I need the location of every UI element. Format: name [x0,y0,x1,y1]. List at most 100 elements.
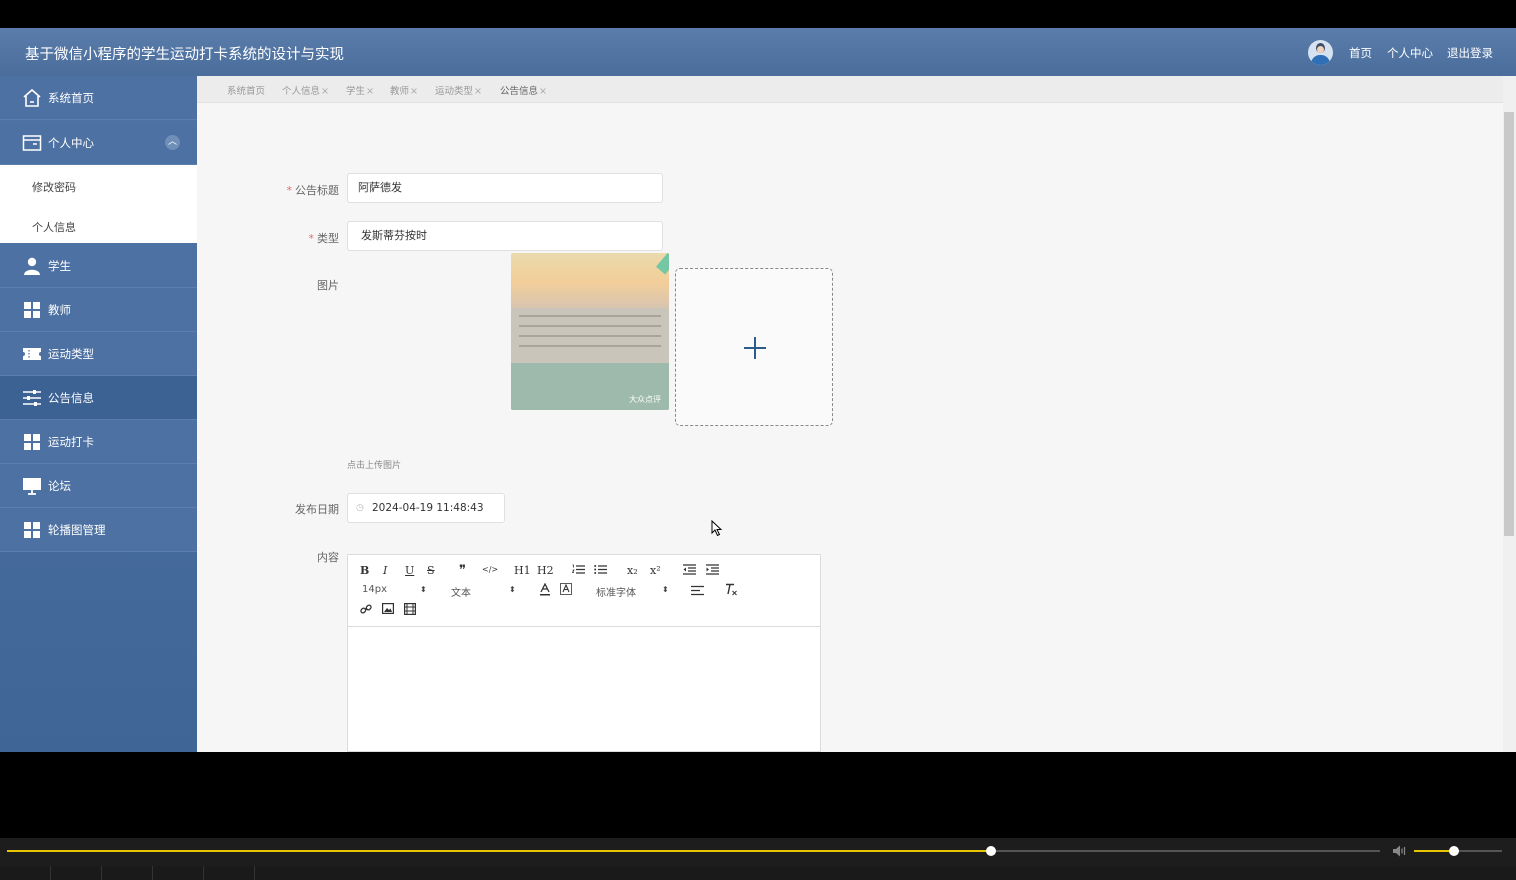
highlight-icon [560,583,572,595]
sidebar-item-forum[interactable]: 论坛 [0,464,197,508]
font-size-select[interactable]: 14px ⬍ [362,584,428,595]
scrollbar-thumb[interactable] [1504,112,1514,536]
align-left-icon [691,585,704,596]
clear-format-button[interactable] [725,583,738,599]
grid-icon [21,520,43,540]
submenu-item-profile[interactable]: 个人信息 [32,219,76,235]
tab-sport-types[interactable]: 运动类型× [435,83,482,97]
grid-icon [21,300,43,320]
outdent-button[interactable] [683,564,696,578]
close-icon[interactable]: × [474,86,482,97]
user-avatar[interactable] [1308,40,1333,65]
italic-button[interactable]: I [383,564,387,577]
chevron-up-icon[interactable]: ︿ [165,135,180,150]
sidebar-item-teachers[interactable]: 教师 [0,288,197,332]
sidebar-item-label: 运动类型 [48,346,94,361]
sidebar-item-user-center[interactable]: 个人中心 ︿ [0,121,197,165]
mouse-cursor-icon [711,520,723,537]
close-icon[interactable]: × [321,86,329,97]
volume-fill [1414,850,1454,852]
date-picker[interactable]: ◷ 2024-04-19 11:48:43 [347,493,505,523]
tab-students[interactable]: 学生× [346,83,374,97]
wallet-card-icon [21,133,43,153]
title-label: * 公告标题 [286,184,340,197]
sidebar-item-label: 教师 [48,302,71,317]
link-button[interactable] [360,603,372,618]
h1-button[interactable]: H1 [514,564,531,577]
tab-teachers[interactable]: 教师× [390,83,418,97]
blockquote-button[interactable]: ❞ [459,563,466,578]
sidebar-item-label: 学生 [48,258,71,273]
clear-format-icon [726,583,737,596]
outdent-icon [683,564,696,575]
ordered-list-button[interactable] [571,564,585,578]
sliders-icon [21,388,43,408]
volume-handle[interactable] [1448,846,1459,856]
type-label: * 类型 [308,232,340,245]
submenu-user-center: 修改密码 个人信息 [0,165,197,243]
app-window: 基于微信小程序的学生运动打卡系统的设计与实现 首页 个人中心 退出登录 系统首页… [0,28,1516,752]
video-icon [404,603,417,616]
insert-video-button[interactable] [404,603,417,618]
editor-body[interactable] [348,627,820,751]
close-icon[interactable]: × [366,86,374,97]
bullet-list-button[interactable] [594,564,607,578]
sidebar-item-sport-types[interactable]: 运动类型 [0,332,197,376]
header-select[interactable]: 文本 ⬍ [451,584,517,599]
indent-icon [706,564,719,575]
content-label: 内容 [317,551,339,564]
tab-home[interactable]: 系统首页 [227,83,265,97]
clock-icon: ◷ [356,503,364,513]
sidebar-item-announcements[interactable]: 公告信息 [0,376,197,420]
title-input[interactable]: 阿萨德发 [347,173,663,203]
top-header: 基于微信小程序的学生运动打卡系统的设计与实现 首页 个人中心 退出登录 [0,28,1516,76]
sidebar-item-label: 公告信息 [48,390,94,405]
sidebar-item-label: 运动打卡 [48,434,94,449]
tab-profile[interactable]: 个人信息× [282,83,329,97]
font-family-select[interactable]: 标准字体 ⬍ [596,584,670,599]
user-center-link[interactable]: 个人中心 [1387,45,1433,61]
strike-button[interactable]: S [427,564,435,577]
select-arrows-icon: ⬍ [420,585,427,594]
sidebar-item-checkin[interactable]: 运动打卡 [0,420,197,464]
submenu-item-change-password[interactable]: 修改密码 [32,179,76,195]
grid-icon [21,432,43,452]
image-upload-button[interactable] [675,268,833,426]
sidebar-item-home[interactable]: 系统首页 [0,76,197,120]
background-color-button[interactable] [560,583,572,599]
image-watermark: 大众点评 [629,395,661,404]
indent-button[interactable] [706,564,719,578]
uploaded-image[interactable]: 大众点评 [511,253,669,410]
tab-announcements[interactable]: 公告信息× [500,83,547,97]
home-link[interactable]: 首页 [1349,45,1372,61]
select-arrows-icon: ⬍ [662,585,669,594]
select-arrows-icon: ⬍ [509,585,516,594]
h2-button[interactable]: H2 [537,564,554,577]
type-input[interactable]: 发斯蒂芬按时 [347,221,663,251]
ticket-icon [21,344,43,364]
bottom-strip [0,866,1516,880]
close-icon[interactable]: × [410,86,418,97]
font-color-icon [540,582,550,596]
sidebar-item-label: 个人中心 [48,135,94,150]
align-button[interactable] [691,585,704,599]
sidebar-item-students[interactable]: 学生 [0,244,197,288]
subscript-button[interactable]: x₂ [627,564,638,577]
volume-icon[interactable] [1392,844,1408,858]
date-value: 2024-04-19 11:48:43 [372,502,484,514]
superscript-button[interactable]: x² [650,564,661,577]
image-icon [382,603,395,615]
sidebar-item-carousel[interactable]: 轮播图管理 [0,508,197,552]
code-button[interactable]: </> [482,565,498,574]
progress-fill [7,850,992,852]
close-icon[interactable]: × [539,86,547,97]
bold-button[interactable]: B [360,564,369,577]
monitor-icon [21,476,43,496]
underline-button[interactable]: U [405,564,414,577]
home-icon [21,88,43,108]
font-color-button[interactable] [539,582,551,599]
plus-icon [744,337,766,359]
insert-image-button[interactable] [382,603,395,617]
link-icon [360,604,372,614]
logout-link[interactable]: 退出登录 [1447,45,1493,61]
